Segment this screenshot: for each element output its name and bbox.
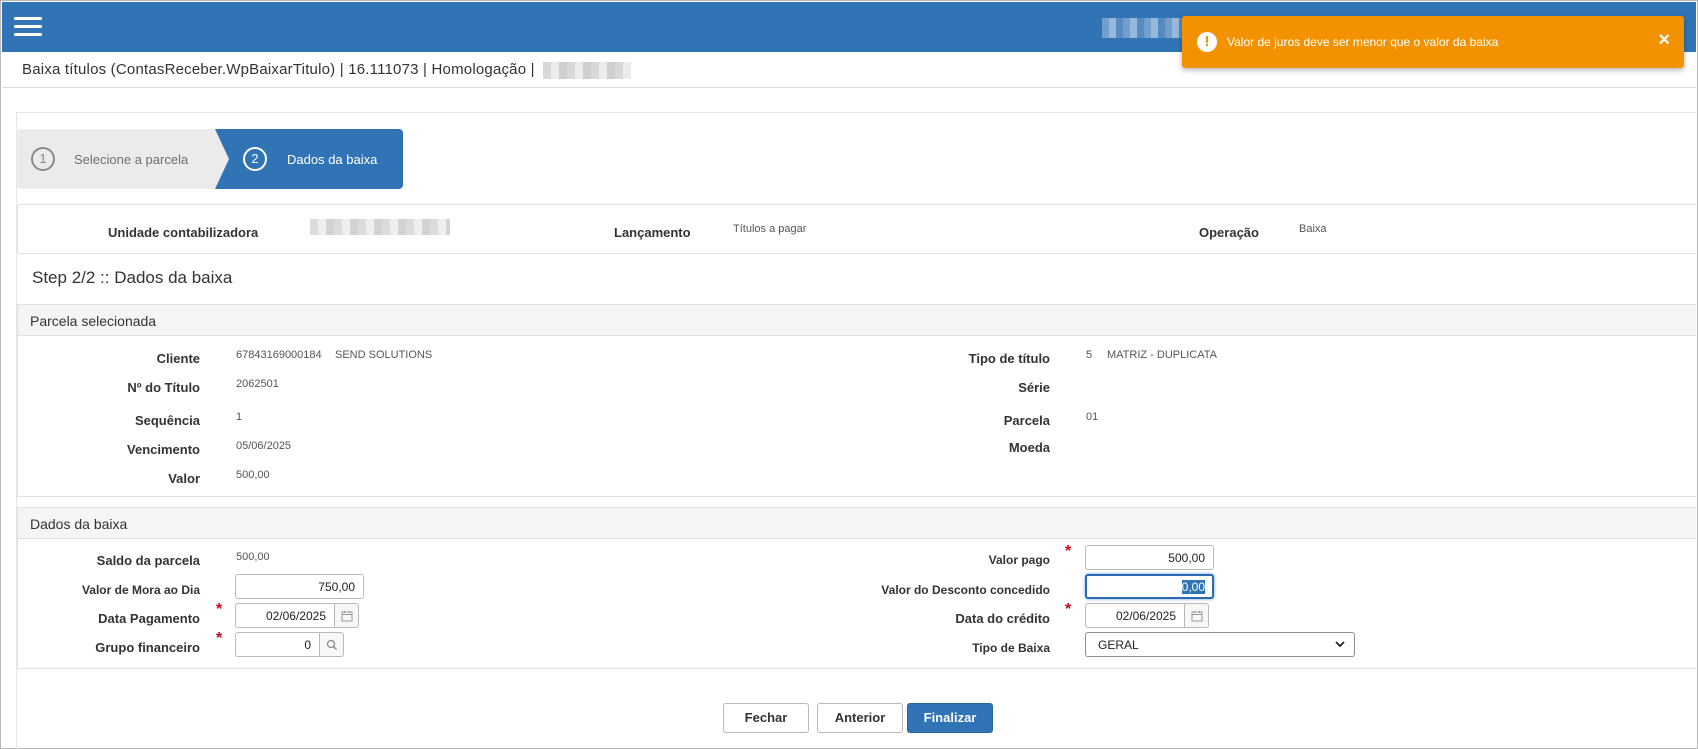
sequencia-label: Sequência	[134, 413, 200, 428]
data-credito-label: Data do crédito	[955, 611, 1050, 626]
close-icon[interactable]: ×	[1658, 30, 1670, 50]
tipo-titulo-code: 5	[1086, 349, 1093, 361]
anterior-button[interactable]: Anterior	[817, 703, 903, 733]
valor-pago-input[interactable]: 500,00	[1085, 545, 1214, 570]
finalizar-button[interactable]: Finalizar	[907, 703, 993, 733]
tipo-baixa-value: GERAL	[1098, 638, 1139, 652]
parcela-value: 01	[1086, 411, 1099, 423]
step-label: Dados da baixa	[287, 152, 378, 167]
required-marker: *	[216, 601, 223, 618]
required-marker: *	[216, 630, 223, 647]
wizard-arrow	[215, 129, 229, 189]
hamburger-menu-icon[interactable]	[14, 17, 42, 37]
valor-label: Valor	[168, 471, 200, 486]
step-number: 2	[243, 147, 267, 171]
calendar-icon[interactable]	[1185, 603, 1209, 628]
breadcrumb-text: Baixa títulos (ContasReceber.WpBaixarTit…	[22, 61, 535, 78]
tipo-baixa-label: Tipo de Baixa	[972, 641, 1050, 655]
toast-message: Valor de juros deve ser menor que o valo…	[1227, 35, 1499, 49]
wizard-step-2[interactable]: 2 Dados da baixa	[215, 129, 403, 189]
serie-label: Série	[1018, 380, 1050, 395]
search-icon[interactable]	[320, 632, 344, 657]
saldo-value: 500,00	[236, 551, 270, 563]
required-marker: *	[1065, 543, 1072, 560]
grupo-financeiro-label: Grupo financeiro	[95, 640, 200, 655]
chevron-down-icon	[1335, 641, 1345, 648]
operacao-label: Operação	[1199, 225, 1259, 240]
error-toast: ! Valor de juros deve ser menor que o va…	[1182, 16, 1684, 68]
cliente-name: SEND SOLUTIONS	[335, 349, 433, 361]
exclamation-icon: !	[1197, 32, 1217, 52]
sequencia-value: 1	[236, 411, 243, 423]
step-number: 1	[31, 147, 55, 171]
header-info-box	[17, 204, 1696, 254]
vencimento-label: Vencimento	[127, 442, 200, 457]
operacao-value: Baixa	[1299, 223, 1327, 235]
lancamento-value: Títulos a pagar	[733, 223, 807, 235]
panel-title: Parcela selecionada	[18, 305, 1696, 336]
data-pagamento-input[interactable]: 02/06/2025	[235, 603, 335, 628]
parcela-label: Parcela	[1003, 413, 1050, 428]
valor-value: 500,00	[236, 469, 270, 481]
mora-label: Valor de Mora ao Dia	[81, 583, 200, 597]
moeda-label: Moeda	[1008, 440, 1050, 455]
panel-title: Dados da baixa	[18, 508, 1696, 539]
calendar-icon[interactable]	[335, 603, 359, 628]
valor-pago-label: Valor pago	[988, 553, 1050, 567]
divider	[2, 87, 1696, 88]
titulo-label: Nº do Título	[127, 380, 200, 395]
desconto-label: Valor do Desconto concedido	[881, 583, 1050, 597]
cliente-code: 67843169000184	[236, 349, 322, 361]
breadcrumb-redacted	[543, 61, 632, 79]
titulo-value: 2062501	[236, 378, 279, 390]
vencimento-value: 05/06/2025	[236, 440, 292, 452]
desconto-selected-text: 0,00	[1181, 580, 1205, 594]
unidade-label: Unidade contabilizadora	[108, 225, 259, 240]
cliente-label: Cliente	[156, 351, 200, 366]
saldo-label: Saldo da parcela	[96, 553, 200, 568]
step-label: Selecione a parcela	[74, 152, 189, 167]
tipo-baixa-select[interactable]: GERAL	[1085, 632, 1355, 657]
tipo-titulo-label: Tipo de título	[968, 351, 1050, 366]
data-pagamento-label: Data Pagamento	[98, 611, 200, 626]
mora-input[interactable]: 750,00	[235, 574, 364, 599]
required-marker: *	[1065, 601, 1072, 618]
grupo-financeiro-input[interactable]: 0	[235, 632, 320, 657]
step-title: Step 2/2 :: Dados da baixa	[32, 268, 233, 287]
unidade-value-redacted	[310, 219, 450, 235]
page-breadcrumb: Baixa títulos (ContasReceber.WpBaixarTit…	[22, 61, 632, 79]
tipo-titulo-name: MATRIZ - DUPLICATA	[1107, 349, 1217, 361]
desconto-input[interactable]: 0,00	[1085, 574, 1214, 599]
wizard-step-1[interactable]: 1 Selecione a parcela	[17, 129, 216, 189]
fechar-button[interactable]: Fechar	[723, 703, 809, 733]
data-credito-input[interactable]: 02/06/2025	[1085, 603, 1185, 628]
lancamento-label: Lançamento	[614, 225, 691, 240]
